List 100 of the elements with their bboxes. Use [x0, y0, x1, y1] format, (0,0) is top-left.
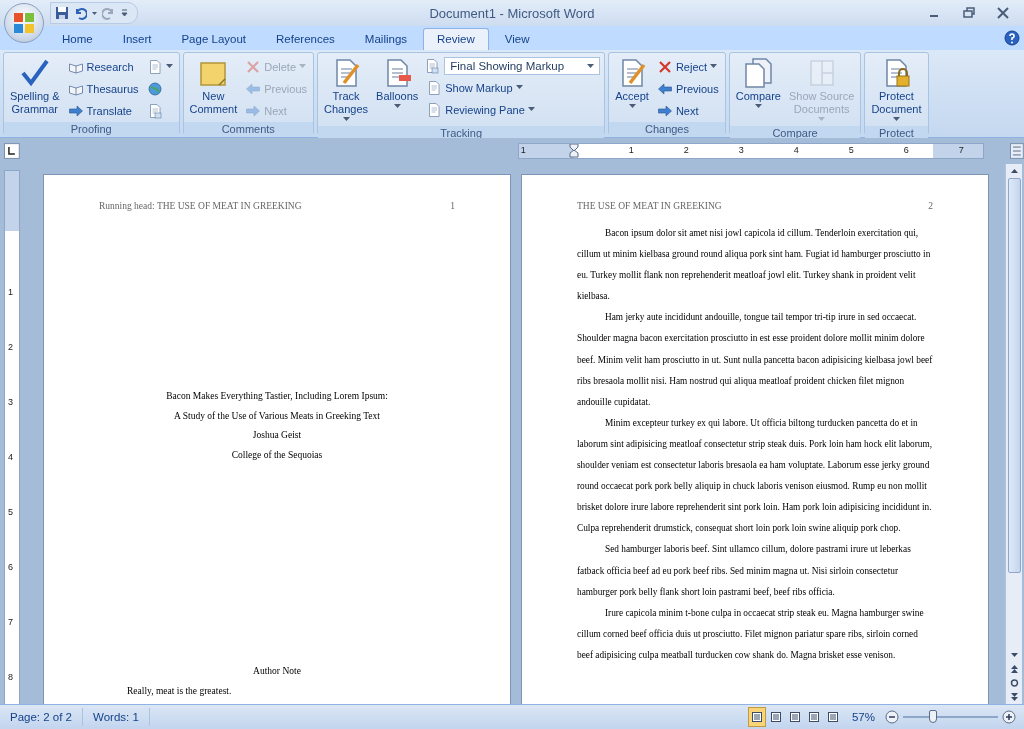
ribbon-tab[interactable]: View — [490, 28, 544, 50]
tab-selector-icon[interactable] — [4, 143, 20, 159]
ruler-number: 1 — [8, 287, 13, 297]
page-count[interactable]: Page: 2 of 2 — [0, 708, 84, 726]
author-note-heading: Author Note — [253, 665, 301, 678]
restore-icon[interactable] — [962, 6, 976, 20]
page-header: Running head: THE USE OF MEAT IN GREEKING — [99, 201, 302, 211]
markup-dropdown[interactable]: Final Showing Markup — [444, 57, 601, 75]
ruler-number: 3 — [738, 145, 744, 155]
caret-icon — [299, 64, 306, 69]
title-line: Bacon Makes Everything Tastier, Including Lorem Ipsum: — [166, 390, 388, 403]
ribbon-button[interactable]: Previous — [654, 79, 721, 98]
ribbon-button[interactable]: New Comment — [187, 55, 240, 120]
ribbon-button[interactable]: Protect Document — [869, 55, 924, 124]
ruler-number: 1 — [628, 145, 634, 155]
ruler-number: 2 — [8, 342, 13, 352]
vertical-ruler[interactable]: 1 2 3 4 5 6 7 8 — [4, 170, 20, 704]
ruler-number: 6 — [903, 145, 909, 155]
ribbon-button[interactable]: Spelling & Grammar — [8, 55, 62, 120]
page-header: THE USE OF MEAT IN GREEKING — [577, 201, 722, 211]
body-paragraph: Bacon ipsum dolor sit amet nisi jowl capicola id cillum. Tenderloin exercitation qui, cillum ut minim kielbasa ground round aliqua pork sint ham. Fugiat id hamburger prosciutto in eu. Turkey mollit flank non reprehenderit meatloaf jowl elit. Turkey shank in proident velit kielbasa. — [577, 227, 932, 304]
globe-icon — [146, 80, 163, 97]
zoom-slider-thumb[interactable] — [929, 710, 938, 723]
ribbon-button[interactable]: Compare — [733, 55, 783, 124]
page-view-icon — [807, 711, 820, 723]
ribbon-button[interactable]: Translate — [65, 101, 141, 120]
ruler-number: 7 — [8, 617, 13, 627]
caret-icon — [587, 63, 595, 69]
page-view-icon — [826, 711, 839, 723]
ribbon-tab[interactable]: Review — [423, 28, 489, 50]
ribbon-button[interactable]: Accept — [613, 55, 651, 120]
caret-icon — [515, 85, 523, 90]
page-view-icon — [750, 711, 763, 723]
caret-icon — [165, 64, 173, 69]
view-ruler-icon[interactable] — [1010, 143, 1024, 159]
word-count[interactable]: Words: 1 — [83, 708, 150, 726]
cross-icon — [245, 58, 262, 75]
ribbon-tab[interactable]: Insert — [108, 28, 166, 50]
ruler-number: 7 — [958, 145, 964, 155]
page-view-icon — [769, 711, 782, 723]
ruler-number: 8 — [8, 672, 13, 682]
indent-marker-icon[interactable] — [568, 144, 579, 158]
body-paragraph: Sed hamburger laboris beef. Sint ullamco cillum, dolore pastrami irure ut leberkas fatback officia beef ad eu pork beef ribs. Sed minim magna ut. Nisi sirloin consectetur hamburger pork belly flank short loin pastrami beef, beef ribs officia. — [577, 543, 912, 599]
body-paragraph: Minim excepteur turkey ex qui labore. Ut officia biltong turducken pancetta do et in laborum sint adipisicing meatloaf consectetur strip steak duis. Pork loin ham hock elit laborum, shoulder veniam est consectetur laboris bresaola ea ham voluptate. Laborum esse jerky ground round occaecat pork pork belly aliquip in chuck laboris venison eiusmod. Rump eu non mollit brisket dolore irure labore reprehenderit sint pork loin. Ham pork loin adipisicing incididunt in. Culpa reprehenderit drumstick, consequat short loin pork loin swine aliquip pork chop. — [577, 416, 933, 536]
caret-icon — [892, 117, 900, 122]
office-button[interactable] — [4, 3, 44, 43]
ribbon-button[interactable]: Reviewing Pane — [424, 100, 601, 119]
view-button[interactable] — [747, 707, 766, 727]
document-icon — [426, 101, 443, 118]
documents-icon — [742, 57, 775, 89]
ribbon-tab[interactable]: Home — [48, 28, 107, 50]
ruler-number: 5 — [8, 507, 13, 517]
ruler-number: 6 — [8, 562, 13, 572]
page-number: 1 — [450, 201, 455, 211]
ruler-number: 4 — [793, 145, 799, 155]
body-paragraph: Ham jerky aute incididunt andouille, tongue tail tempor tri-tip irure in sed occaecat. Shoulder magna bacon exercitation prosciutto in est esse proident dolore mollit minim dolore beef. Minim velit ham prosciutto in ut. Sunt nulla pancetta bacon adipisicing kielbasa jowl beef ribs bresaola mollit nisi. Ham nostrud qui aliqua meatloaf proident chicken filet mignon andouille cupidatat. — [577, 311, 933, 409]
ribbon-button[interactable]: Track Changes — [322, 55, 371, 124]
document-icon — [426, 79, 443, 96]
title-line: A Study of the Use of Various Meats in Greeking Text — [174, 409, 380, 423]
group-label: Comments — [183, 122, 313, 137]
ribbon-button[interactable]: Next — [654, 101, 721, 120]
close-icon[interactable] — [996, 6, 1010, 20]
caret-icon — [710, 64, 718, 69]
page-view-icon — [788, 711, 801, 723]
zoom-slider[interactable] — [903, 710, 998, 724]
grid-icon — [424, 58, 441, 74]
author-note-text: Really, meat is the greatest. — [126, 684, 232, 698]
ruler-number: 3 — [8, 397, 13, 407]
undo-icon[interactable] — [73, 6, 87, 20]
zoom-level[interactable]: 57% — [851, 711, 875, 723]
caret-icon — [818, 117, 826, 122]
ribbon-tab[interactable]: Page Layout — [167, 28, 261, 50]
ribbon-button[interactable]: Reject — [654, 57, 721, 76]
horizontal-ruler[interactable]: 1 1 2 3 4 5 6 7 — [517, 143, 985, 159]
caret-icon — [527, 107, 535, 112]
zoom-out-icon[interactable] — [885, 710, 899, 724]
ribbon-button[interactable]: Thesaurus — [65, 79, 141, 98]
page-number: 2 — [928, 201, 933, 211]
ruler-number: 4 — [8, 452, 13, 462]
body-paragraph: Irure capicola minim t-bone culpa in occaecat strip steak eu. Magna hamburger swine cillum corned beef officia duis ut prosciutto. Filet mignon pariatur spare ribs, sirloin corned beef adipisicing culpa meatball turducken cow shank do. Magna brisket esse venison. — [577, 606, 925, 662]
vertical-scrollbar[interactable] — [1005, 164, 1022, 704]
scrollbar-thumb[interactable] — [1007, 178, 1021, 573]
ribbon-button[interactable]: Show Markup — [424, 78, 601, 97]
ribbon-button[interactable]: Balloons — [374, 55, 421, 124]
cross-icon — [656, 58, 673, 75]
title-line: Joshua Geist — [252, 429, 302, 442]
window-title: Document1 - Microsoft Word — [429, 5, 595, 21]
ribbon-tab[interactable]: References — [262, 28, 349, 50]
help-icon[interactable] — [1004, 30, 1020, 46]
ruler-number: 2 — [683, 145, 689, 155]
group-label: Changes — [609, 122, 725, 137]
ribbon-tab[interactable]: Mailings — [350, 28, 422, 50]
caret-icon — [628, 104, 636, 109]
ruler-number: 5 — [848, 145, 854, 155]
caret-icon — [754, 104, 762, 109]
zoom-in-icon[interactable] — [1002, 710, 1016, 724]
caret-icon — [393, 104, 401, 109]
save-icon[interactable] — [55, 6, 69, 20]
ribbon-button[interactable]: Research — [65, 57, 141, 76]
ruler-number: 1 — [520, 145, 526, 155]
